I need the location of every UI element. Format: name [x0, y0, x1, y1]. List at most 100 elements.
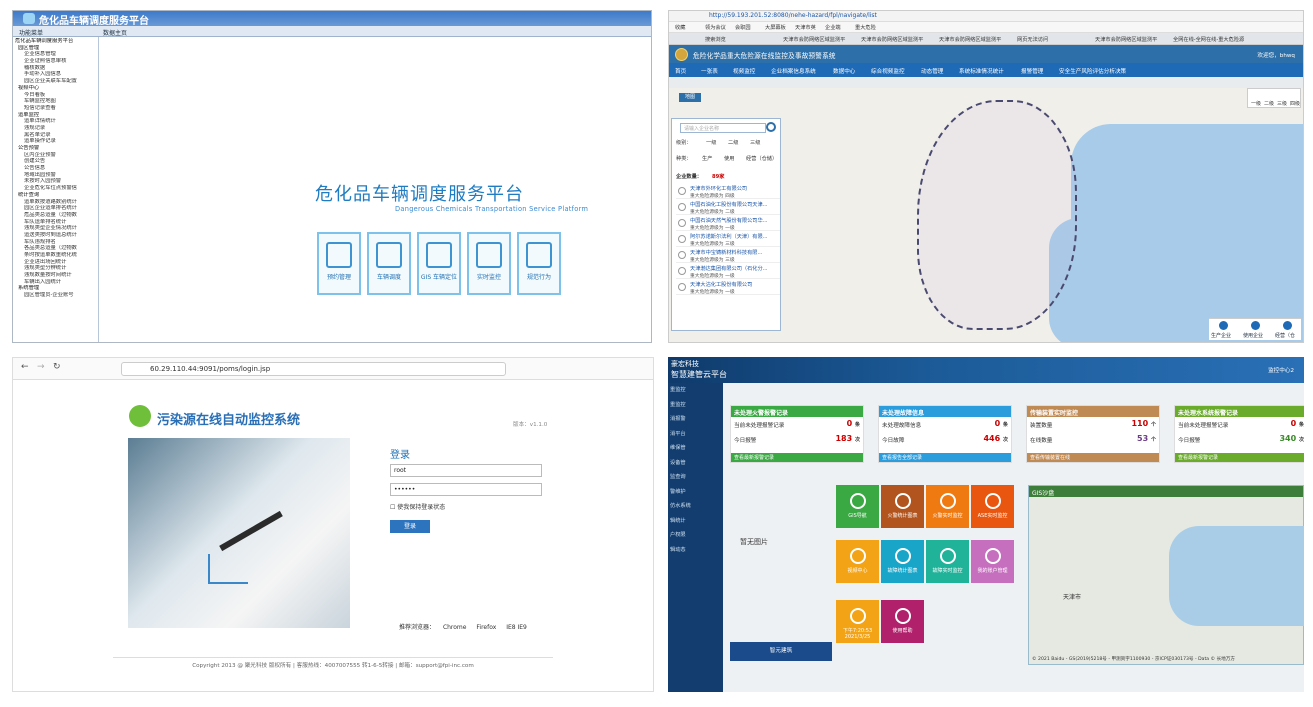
- tree-item[interactable]: 企业信息管理: [15, 51, 98, 58]
- side-menu-item[interactable]: 重监控: [668, 398, 723, 413]
- side-menu-item[interactable]: 仿水系统: [668, 499, 723, 514]
- nav-item[interactable]: 首页: [675, 67, 686, 75]
- function-tile[interactable]: ASE实时监控: [971, 485, 1014, 528]
- warehouse-icon[interactable]: [1283, 321, 1292, 330]
- function-tile[interactable]: 故障实时监控: [926, 540, 969, 583]
- factory-icon[interactable]: [1219, 321, 1228, 330]
- card-footer-link[interactable]: 查看报告全部记录: [879, 453, 1011, 462]
- tree-item[interactable]: 车辆出入园统计: [15, 279, 98, 286]
- tree-item[interactable]: 运送类按时到运总统计: [15, 232, 98, 239]
- monitor-center-link[interactable]: 监控中心2: [1268, 366, 1294, 374]
- level-1-option[interactable]: 一级: [706, 139, 716, 146]
- tree-item[interactable]: 园区管理员-企业账号: [15, 292, 98, 299]
- tree-item[interactable]: 运单详情统计: [15, 118, 98, 125]
- function-tile[interactable]: 故障统计图表: [881, 540, 924, 583]
- tree-item[interactable]: 系统管理: [15, 285, 98, 292]
- tree-item[interactable]: 今日看板: [15, 92, 98, 99]
- chrome-link[interactable]: Chrome: [443, 624, 467, 631]
- tab-menu[interactable]: 功能菜单: [19, 28, 43, 37]
- reload-icon[interactable]: ↻: [53, 362, 61, 372]
- tree-item[interactable]: 地域出园预警: [15, 172, 98, 179]
- login-button[interactable]: 登录: [390, 520, 430, 533]
- kind-produce-option[interactable]: 生产: [702, 155, 712, 162]
- nav-item[interactable]: 一张表: [701, 67, 718, 75]
- username-input[interactable]: root: [390, 464, 542, 477]
- tree-item[interactable]: 运单操作记录: [15, 138, 98, 145]
- kind-trade-option[interactable]: 经营（仓储）: [746, 155, 777, 162]
- back-icon[interactable]: ←: [21, 362, 29, 372]
- browser-tab[interactable]: 搜索浏览: [705, 36, 726, 43]
- tree-item[interactable]: 车队运单排名统计: [15, 219, 98, 226]
- function-tile[interactable]: 火警实时监控: [926, 485, 969, 528]
- tab-home[interactable]: 数据主页: [103, 28, 127, 37]
- browser-tab[interactable]: 网页无法访问: [1017, 36, 1048, 43]
- tree-item[interactable]: 危品类总运量（过物数: [15, 212, 98, 219]
- tree-item[interactable]: 各品类总运量（过物数: [15, 245, 98, 252]
- nav-item[interactable]: 报警管理: [1021, 67, 1043, 75]
- bookmark-item[interactable]: 天津市英: [795, 24, 816, 31]
- building-button[interactable]: 智元建筑: [730, 642, 832, 661]
- tile-vehicle-dispatch[interactable]: 车辆调度: [367, 232, 411, 295]
- tree-item[interactable]: 运单监控: [15, 112, 98, 119]
- nav-item[interactable]: 数据中心: [833, 67, 855, 75]
- function-tile[interactable]: 我的账户管理: [971, 540, 1014, 583]
- side-menu-item[interactable]: 户权限: [668, 528, 723, 543]
- tree-item[interactable]: 短信记录查看: [15, 105, 98, 112]
- card-footer-link[interactable]: 查看最新报警记录: [1175, 453, 1304, 462]
- gis-sandbox[interactable]: GIS沙盘 天津市 © 2021 Baidu - GS(2019)5218号 -…: [1028, 485, 1304, 665]
- side-menu-item[interactable]: 辑动态: [668, 543, 723, 558]
- map-type-button[interactable]: 地图: [679, 93, 701, 102]
- bookmark-item[interactable]: 收藏: [675, 24, 685, 31]
- tree-item[interactable]: 创建公告: [15, 158, 98, 165]
- function-tile[interactable]: 使用帮助: [881, 600, 924, 643]
- map-view[interactable]: 地图 一级 二级 三级 四级 请输入企业名称 级别： 一级 二级 三级 种类： …: [669, 88, 1303, 342]
- search-icon[interactable]: [766, 122, 776, 132]
- company-row[interactable]: 中国石油化工股份有限公司天津... 重大危险源级为 二级: [676, 201, 780, 215]
- nav-item[interactable]: 安全生产风险评估分析决策: [1059, 67, 1126, 75]
- firefox-link[interactable]: Firefox: [476, 624, 496, 631]
- tree-item[interactable]: 园区企业关联车车配置: [15, 78, 98, 85]
- tree-item[interactable]: 园区管理: [15, 45, 98, 52]
- side-menu-item[interactable]: 辑统计: [668, 514, 723, 529]
- side-menu-item[interactable]: 维保管: [668, 441, 723, 456]
- tree-item[interactable]: 违规数量按时间统计: [15, 272, 98, 279]
- bookmark-item[interactable]: 会职园: [735, 24, 751, 31]
- company-search-input[interactable]: 请输入企业名称: [680, 123, 766, 133]
- password-input[interactable]: ••••••: [390, 483, 542, 496]
- browser-tab[interactable]: 全网在线-全网在线-重大危险源: [1173, 36, 1244, 43]
- function-tile[interactable]: 视频中心: [836, 540, 879, 583]
- nav-item[interactable]: 综合视频监控: [871, 67, 905, 75]
- tile-reservation[interactable]: 预约管理: [317, 232, 361, 295]
- tree-item[interactable]: 未按时入园预警: [15, 178, 98, 185]
- level-2-option[interactable]: 二级: [728, 139, 738, 146]
- bookmark-item[interactable]: 领为会议: [705, 24, 726, 31]
- tile-realtime-monitor[interactable]: 实时监控: [467, 232, 511, 295]
- nav-item[interactable]: 视频监控: [733, 67, 755, 75]
- function-tile[interactable]: 下午7:20:53 2021/3/25: [836, 600, 879, 643]
- company-row[interactable]: 天津大沽化工股份有限公司 重大危险源级为 一级: [676, 281, 780, 295]
- company-row[interactable]: 中国石油天然气股份有限公司华... 重大危险源级为 一级: [676, 217, 780, 231]
- tree-item[interactable]: 运单数按道路数别统计: [15, 199, 98, 206]
- tree-item[interactable]: 企业进出场回统计: [15, 259, 98, 266]
- tree-item[interactable]: 企业危化车位点预警信: [15, 185, 98, 192]
- tile-gis[interactable]: GIS 车辆定位: [417, 232, 461, 295]
- tree-item[interactable]: 企业证照信息审核: [15, 58, 98, 65]
- tree-item[interactable]: 公告预警: [15, 145, 98, 152]
- tree-item[interactable]: 车队违规排名: [15, 239, 98, 246]
- tree-item[interactable]: 稽核数据: [15, 65, 98, 72]
- company-row[interactable]: 天津市外环化工有限公司 重大危险源级为 四级: [676, 185, 780, 199]
- side-menu-item[interactable]: 消报警: [668, 412, 723, 427]
- browser-tab[interactable]: 天津市会防网络区域监测平: [1095, 36, 1157, 43]
- bookmark-item[interactable]: 大屏幕板: [765, 24, 786, 31]
- browser-tab[interactable]: 天津市会防网络区域监测平: [939, 36, 1001, 43]
- tree-item[interactable]: 黑名单记录: [15, 132, 98, 139]
- nav-item[interactable]: 动态管理: [921, 67, 943, 75]
- company-row[interactable]: 天津市中宝铸新材料科技有限... 重大危险源级为 三级: [676, 249, 780, 263]
- browser-tab[interactable]: 天津市会防网络区域监测平: [861, 36, 923, 43]
- ie-link[interactable]: IE8 IE9: [506, 624, 527, 631]
- bookmark-item[interactable]: 重大危险: [855, 24, 876, 31]
- side-menu-item[interactable]: 重监控: [668, 383, 723, 398]
- tree-item[interactable]: 违规类型企业情况统计: [15, 225, 98, 232]
- kind-use-option[interactable]: 使用: [724, 155, 734, 162]
- company-row[interactable]: 天津渤达集团有限公司（石化分... 重大危险源级为 一级: [676, 265, 780, 279]
